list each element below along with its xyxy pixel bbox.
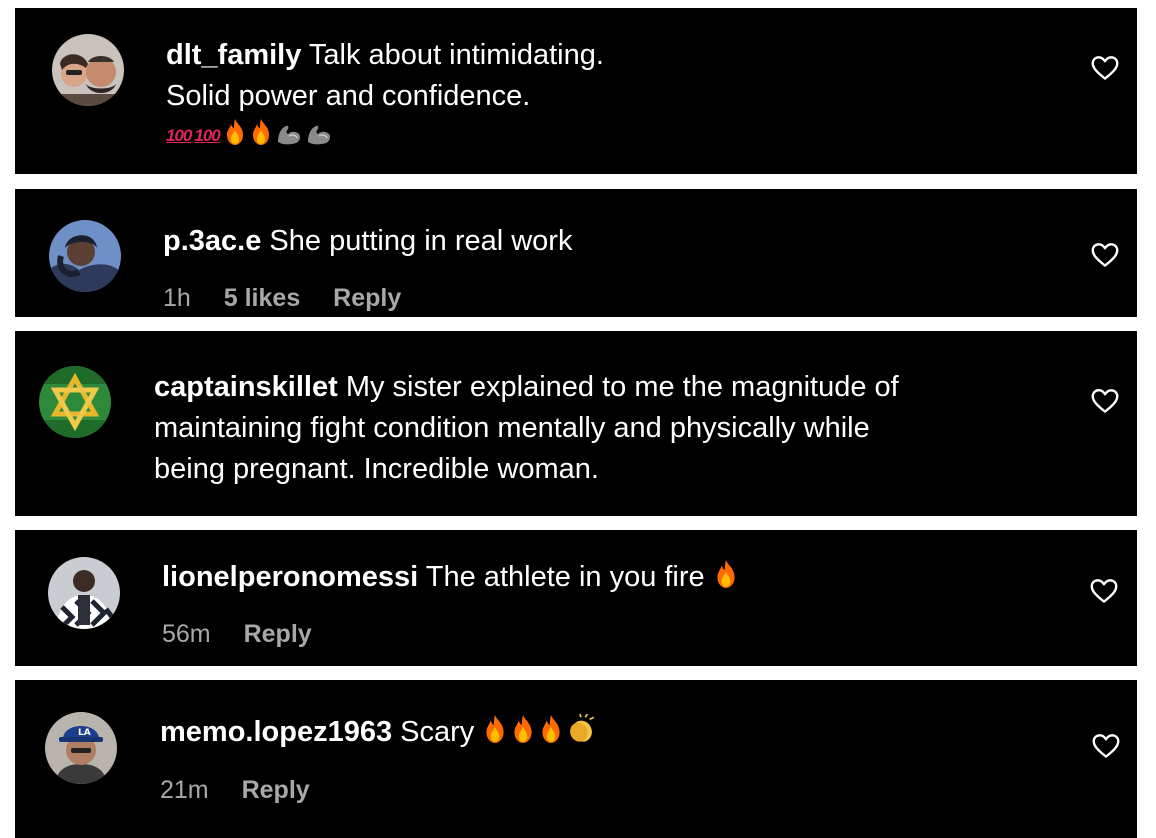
timestamp: 1h — [163, 284, 191, 312]
comment-text: Talk about intimidating. — [308, 39, 604, 71]
reply-button[interactable]: Reply — [333, 284, 401, 312]
comment-card: lionelperonomessi The athlete in you fir… — [15, 530, 1137, 666]
avatar[interactable] — [48, 557, 120, 629]
fire-emoji — [223, 118, 247, 146]
comment-text: being pregnant. Incredible woman. — [154, 453, 599, 485]
comment-card: LA memo.lopez1963 Scary 21m Reply — [15, 680, 1137, 838]
comment-meta: 1h 5 likes Reply — [163, 283, 401, 313]
username[interactable]: memo.lopez1963 — [160, 716, 392, 748]
comment-meta: 21m Reply — [160, 775, 310, 805]
like-heart-icon[interactable] — [1090, 53, 1120, 83]
flexed-biceps-emoji — [305, 122, 333, 146]
comment-text: The athlete in you fire — [425, 561, 705, 593]
avatar[interactable] — [52, 34, 124, 106]
comment-text: Solid power and confidence. — [166, 80, 531, 112]
comment-text: She putting in real work — [269, 225, 573, 257]
comment-body: dlt_family Talk about intimidating. Soli… — [166, 35, 604, 153]
svg-text:LA: LA — [78, 728, 91, 738]
emoji-row: 100 100 — [166, 117, 604, 153]
username[interactable]: p.3ac.e — [163, 225, 261, 257]
avatar[interactable] — [39, 366, 111, 438]
comment-body: p.3ac.e She putting in real work — [163, 221, 572, 262]
avatar[interactable] — [49, 220, 121, 292]
fire-emoji — [482, 714, 508, 744]
like-heart-icon[interactable] — [1089, 576, 1119, 606]
comment-card: p.3ac.e She putting in real work 1h 5 li… — [15, 189, 1137, 317]
username[interactable]: dlt_family — [166, 39, 301, 71]
username[interactable]: lionelperonomessi — [162, 561, 418, 593]
timestamp: 56m — [162, 620, 211, 648]
like-heart-icon[interactable] — [1090, 386, 1120, 416]
reply-button[interactable]: Reply — [244, 620, 312, 648]
comment-card: dlt_family Talk about intimidating. Soli… — [15, 8, 1137, 174]
likes-count[interactable]: 5 likes — [224, 284, 300, 312]
comment-text: Scary — [400, 716, 475, 748]
fire-emoji — [538, 714, 564, 744]
like-heart-icon[interactable] — [1091, 731, 1121, 761]
comment-body: lionelperonomessi The athlete in you fir… — [162, 557, 741, 598]
fire-emoji — [713, 559, 739, 589]
hundred-points-emoji: 100 — [194, 126, 220, 145]
timestamp: 21m — [160, 776, 209, 804]
clapping-hands-emoji — [566, 714, 596, 744]
flexed-biceps-emoji — [275, 122, 303, 146]
comment-card: captainskillet My sister explained to me… — [15, 331, 1137, 516]
like-heart-icon[interactable] — [1090, 240, 1120, 270]
fire-emoji — [249, 118, 273, 146]
comment-body: captainskillet My sister explained to me… — [154, 367, 899, 490]
comment-meta: 56m Reply — [162, 619, 312, 649]
comment-text: My sister explained to me the magnitude … — [345, 371, 899, 403]
comment-text: maintaining fight condition mentally and… — [154, 412, 870, 444]
avatar[interactable]: LA — [45, 712, 117, 784]
username[interactable]: captainskillet — [154, 371, 338, 403]
fire-emoji — [510, 714, 536, 744]
comment-body: memo.lopez1963 Scary — [160, 712, 598, 753]
hundred-points-emoji: 100 — [166, 126, 192, 145]
reply-button[interactable]: Reply — [242, 776, 310, 804]
